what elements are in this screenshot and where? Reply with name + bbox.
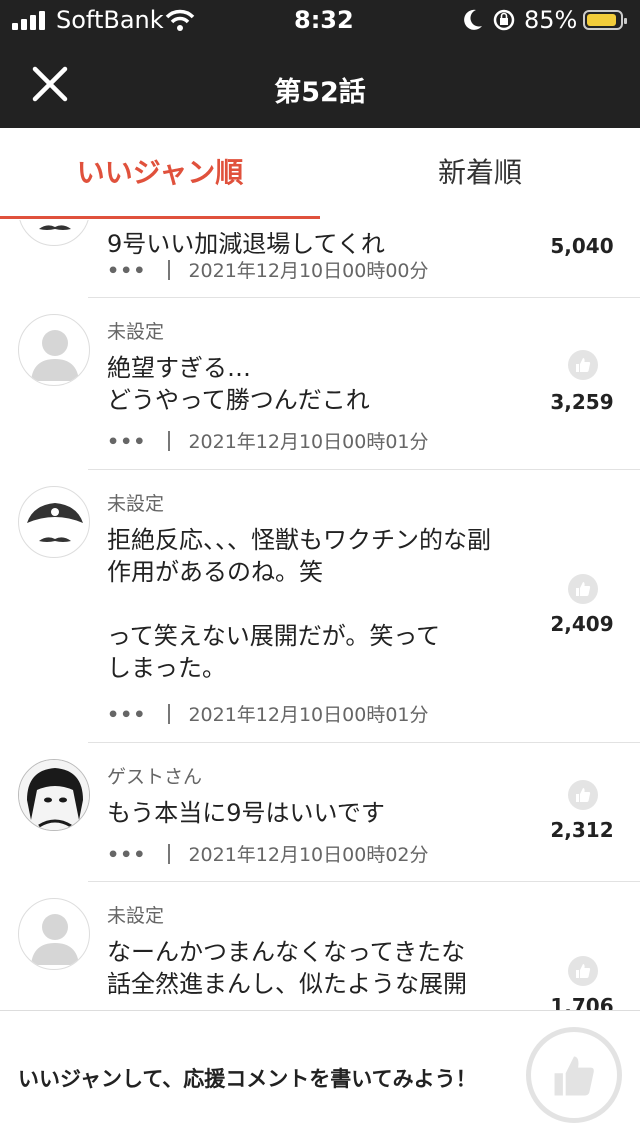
commenter-name: 未設定 <box>107 905 165 927</box>
thumbs-up-icon[interactable] <box>568 350 598 380</box>
like-count: 1,706 <box>550 994 614 1010</box>
comment-text: 拒絶反応、、、怪獣もワクチン的な副 作用があるのね。笑 って笑えない展開だが。笑… <box>107 526 491 682</box>
comment-text: もう本当に9号はいいです <box>107 799 385 827</box>
comment-item: 未設定 拒絶反応、、、怪獣もワクチン的な副 作用があるのね。笑 って笑えない展開… <box>0 470 640 743</box>
like-count: 2,409 <box>550 612 614 636</box>
like-count: 5,040 <box>550 234 614 258</box>
default-user-icon <box>18 898 90 970</box>
more-options-button[interactable]: ••• <box>107 260 146 282</box>
thumbs-up-icon <box>554 1056 594 1096</box>
pirate-icon <box>18 486 90 558</box>
carrier-label: SoftBank <box>56 6 164 34</box>
active-tab-indicator <box>0 216 320 219</box>
comment-item: 未設定 なーんかつまんなくなってきたな 話全然進まんし、似たような展開 1,70… <box>0 882 640 1010</box>
battery-icon <box>583 10 627 30</box>
comment-prompt-text[interactable]: いいジャンして、応援コメントを書いてみよう！ <box>18 1063 477 1093</box>
signal-icon <box>12 10 50 30</box>
comment-date: 2021年12月10日00時02分 <box>188 844 429 866</box>
comment-meta: ••• 2021年12月10日00時01分 <box>107 700 429 727</box>
status-bar: SoftBank 8:32 85% <box>0 0 640 40</box>
comment-meta: ••• 2021年12月10日00時00分 <box>107 256 429 283</box>
sort-tabs: いいジャン順 新着順 <box>0 128 640 221</box>
commenter-name: 未設定 <box>107 321 165 343</box>
tab-newest[interactable]: 新着順 <box>320 128 640 220</box>
thumbs-up-icon[interactable] <box>568 956 598 986</box>
comment-item: 未設定 絶望すぎる… どうやって勝つんだこれ ••• 2021年12月10日00時… <box>0 298 640 470</box>
tab-popular[interactable]: いいジャン順 <box>0 128 320 220</box>
like-button[interactable] <box>526 1027 622 1123</box>
default-user-icon <box>18 314 90 386</box>
comment-item: ゲストさん もう本当に9号はいいです ••• 2021年12月10日00時02分 … <box>0 743 640 882</box>
comment-date: 2021年12月10日00時01分 <box>188 431 429 453</box>
comment-date: 2021年12月10日00時01分 <box>188 704 429 726</box>
more-options-button[interactable]: ••• <box>107 704 146 726</box>
comment-text: なーんかつまんなくなってきたな 話全然進まんし、似たような展開 <box>107 938 467 998</box>
like-count: 3,259 <box>550 390 614 414</box>
commenter-name: 未設定 <box>107 493 165 515</box>
page-title: 第52話 <box>274 77 366 108</box>
comment-text: 絶望すぎる… どうやって勝つんだこれ <box>107 354 370 414</box>
more-options-button[interactable]: ••• <box>107 844 146 866</box>
pirate-icon <box>18 220 90 246</box>
more-options-button[interactable]: ••• <box>107 431 146 453</box>
moon-icon <box>464 9 482 30</box>
wifi-icon <box>165 9 195 31</box>
comment-meta: ••• 2021年12月10日00時02分 <box>107 840 429 867</box>
thumbs-up-icon[interactable] <box>568 574 598 604</box>
comment-item: 9号いい加減退場してくれ ••• 2021年12月10日00時00分 5,040 <box>0 220 640 298</box>
app-header: SoftBank 8:32 85% 第52話 <box>0 0 640 128</box>
rotation-lock-icon <box>493 9 515 31</box>
comment-date: 2021年12月10日00時00分 <box>188 260 429 282</box>
comment-meta: ••• 2021年12月10日00時01分 <box>107 427 429 454</box>
manga-character-avatar <box>18 759 90 831</box>
commenter-name: ゲストさん <box>107 766 203 788</box>
comment-prompt-bar[interactable]: いいジャンして、応援コメントを書いてみよう！ <box>0 1010 640 1137</box>
thumbs-up-icon[interactable] <box>568 780 598 810</box>
battery-percent: 85% <box>524 6 578 34</box>
comment-list[interactable]: 9号いい加減退場してくれ ••• 2021年12月10日00時00分 5,040 … <box>0 220 640 1010</box>
like-count: 2,312 <box>550 818 614 842</box>
clock: 8:32 <box>294 6 354 34</box>
